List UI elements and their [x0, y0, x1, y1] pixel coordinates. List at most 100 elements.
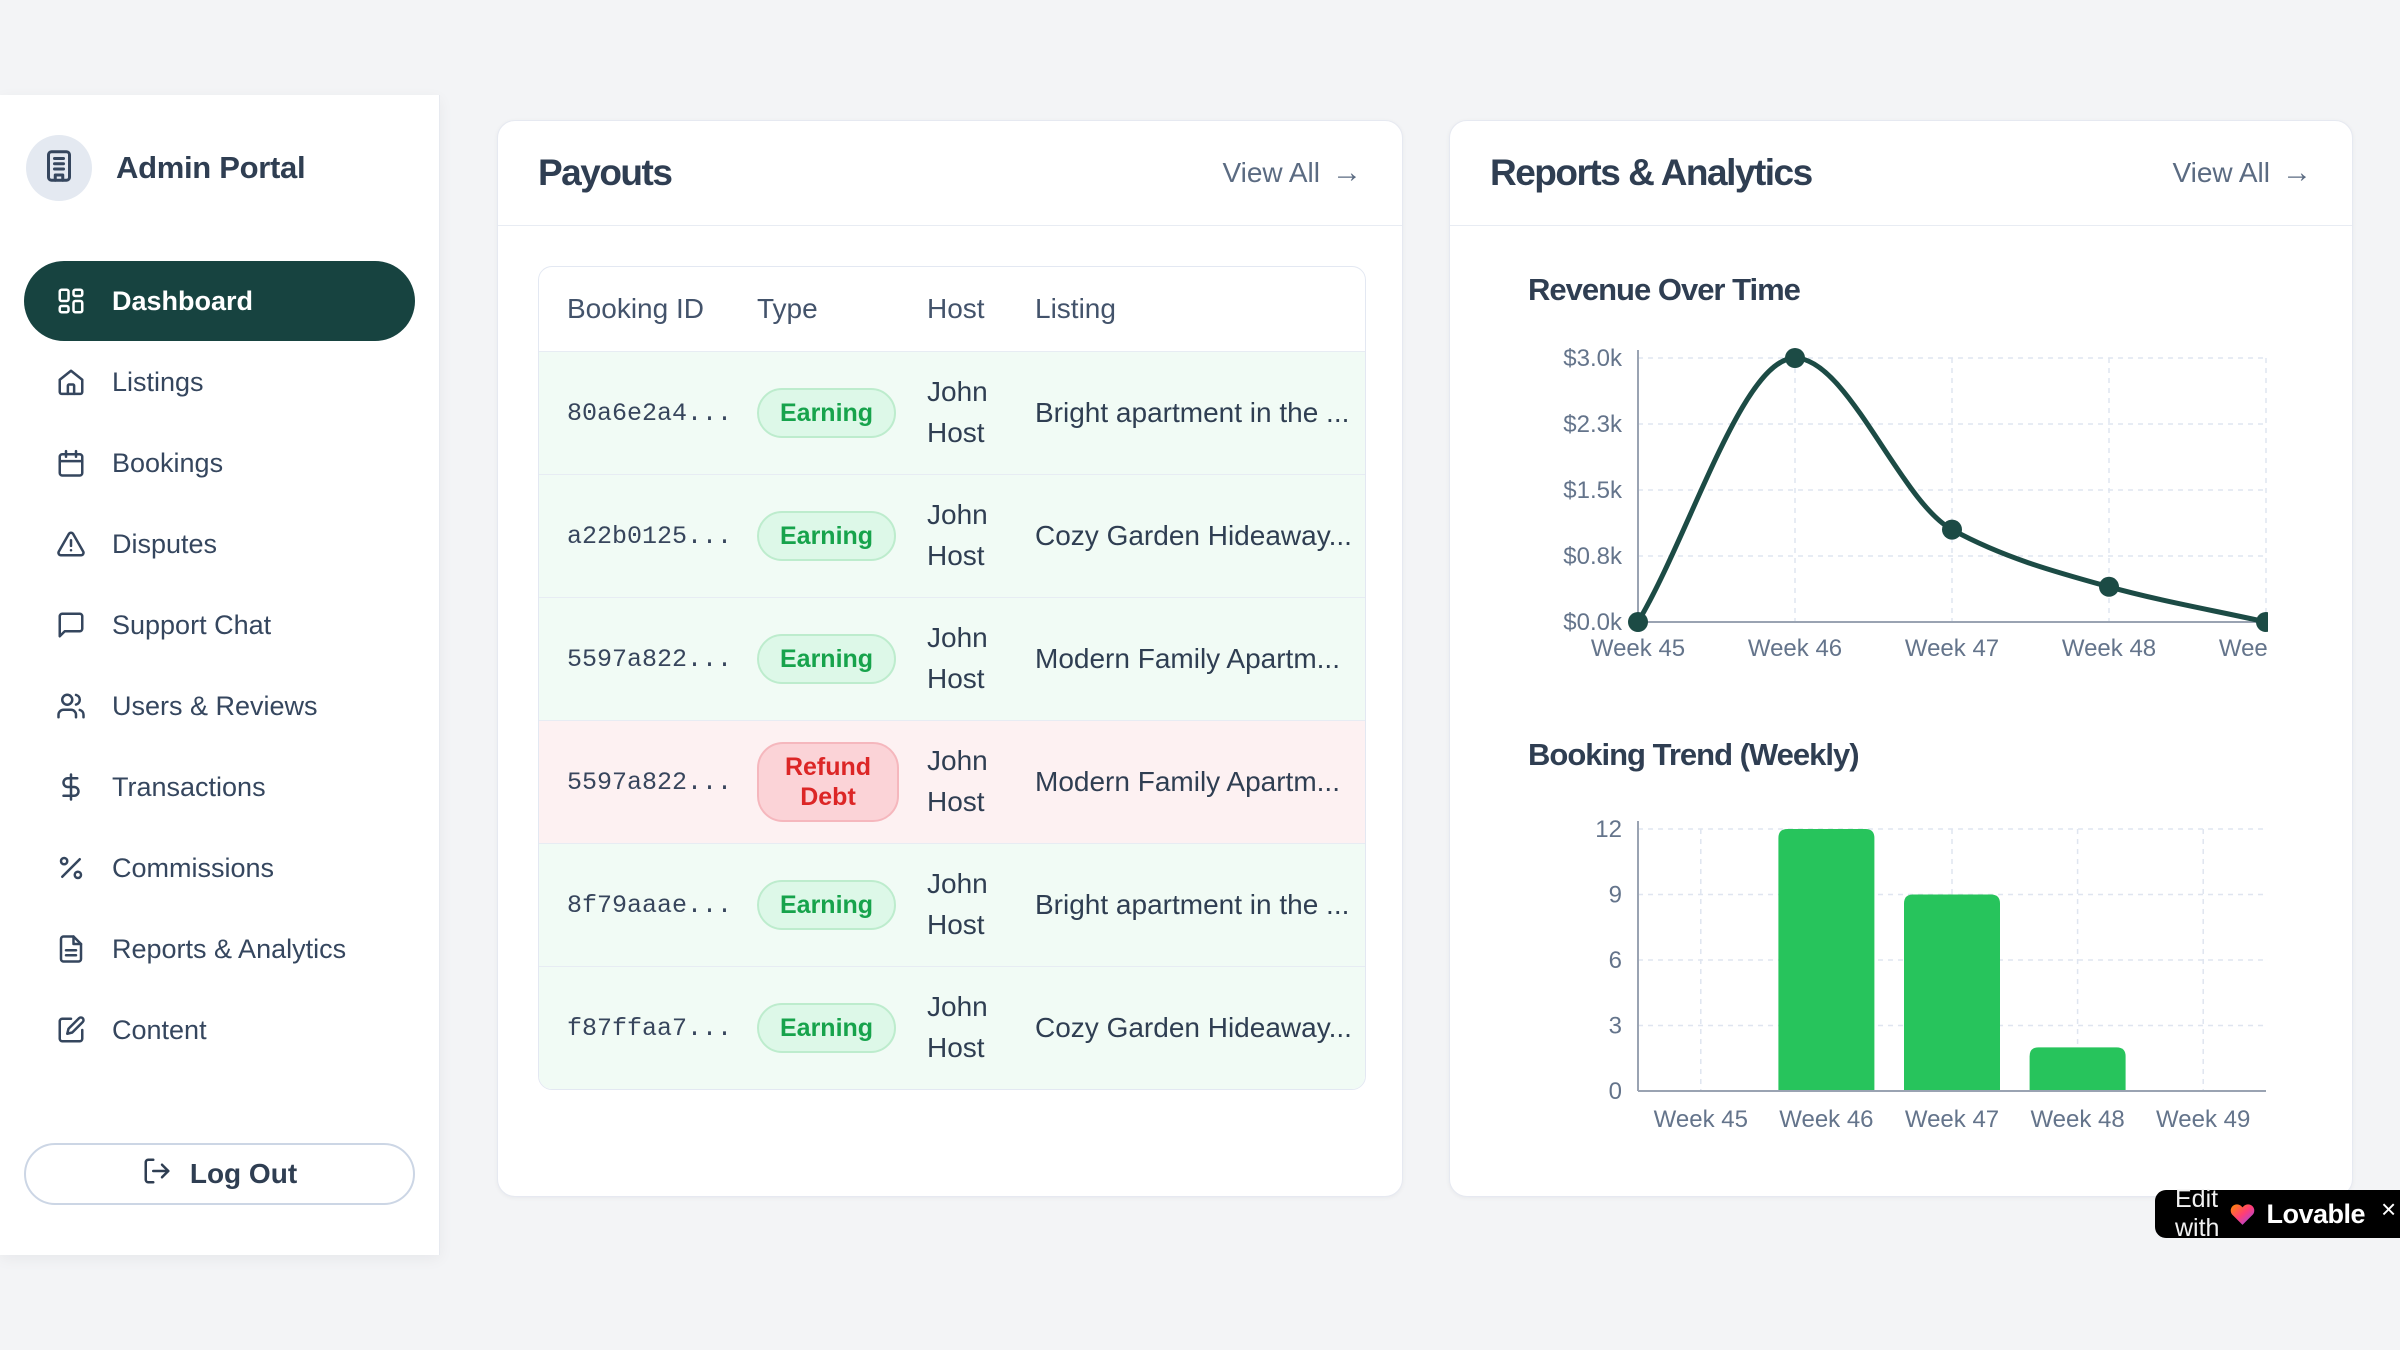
table-row[interactable]: 8f79aaae...Earning John HostBright apartm…: [539, 843, 1365, 966]
payouts-table: Booking IDTypeHostListing80a6e2a4...Earn…: [538, 266, 1366, 1090]
payouts-card: Payouts View All → Booking IDTypeHostLis…: [497, 120, 1403, 1197]
lovable-brand-label: Lovable: [2266, 1199, 2365, 1230]
sidebar-item-label: Users & Reviews: [112, 691, 318, 722]
sidebar-item-dashboard[interactable]: Dashboard: [24, 261, 415, 341]
view-all-label: View All: [2172, 157, 2270, 189]
host-cell: John Host: [927, 618, 1035, 699]
logout-label: Log Out: [190, 1158, 297, 1190]
svg-text:Week 46: Week 46: [1748, 635, 1842, 662]
type-badge: Earning: [757, 880, 896, 930]
host-cell: John Host: [927, 372, 1035, 453]
payouts-title: Payouts: [538, 152, 671, 194]
home-icon: [56, 367, 86, 397]
building-icon: [41, 148, 77, 189]
listing-cell: Cozy Garden Hideaway...: [1035, 1012, 1365, 1044]
sidebar-item-label: Disputes: [112, 529, 217, 560]
sidebar-item-disputes[interactable]: Disputes: [24, 504, 415, 584]
booking-id-cell: 8f79aaae...: [567, 891, 757, 920]
sidebar-item-label: Content: [112, 1015, 207, 1046]
table-row[interactable]: 5597a822...Refund DebtJohn HostModern Fa…: [539, 720, 1365, 843]
column-header: Booking ID: [567, 293, 757, 325]
brand: Admin Portal: [24, 135, 415, 201]
reports-view-all-link[interactable]: View All →: [2172, 157, 2312, 189]
listing-cell: Modern Family Apartm...: [1035, 643, 1365, 675]
sidebar-item-listings[interactable]: Listings: [24, 342, 415, 422]
dollar-icon: [56, 772, 86, 802]
sidebar-item-label: Reports & Analytics: [112, 934, 346, 965]
brand-title: Admin Portal: [116, 150, 305, 186]
svg-text:$2.3k: $2.3k: [1563, 411, 1623, 438]
type-badge: Earning: [757, 1003, 896, 1053]
type-cell: Earning: [757, 634, 927, 684]
type-cell: Refund Debt: [757, 742, 927, 822]
payouts-card-header: Payouts View All →: [498, 121, 1402, 226]
message-icon: [56, 610, 86, 640]
svg-text:Week 48: Week 48: [2062, 635, 2156, 662]
svg-text:Week 45: Week 45: [1654, 1106, 1748, 1133]
table-row[interactable]: 80a6e2a4...Earning John HostBright apartm…: [539, 351, 1365, 474]
sidebar-item-transactions[interactable]: Transactions: [24, 747, 415, 827]
reports-card-header: Reports & Analytics View All →: [1450, 121, 2352, 226]
svg-text:Week 48: Week 48: [2030, 1106, 2124, 1133]
sidebar-item-reports-analytics[interactable]: Reports & Analytics: [24, 909, 415, 989]
column-header: Listing: [1035, 293, 1365, 325]
svg-text:Week 47: Week 47: [1905, 1106, 1999, 1133]
alert-triangle-icon: [56, 529, 86, 559]
host-cell: John Host: [927, 741, 1035, 822]
booking-id-cell: a22b0125...: [567, 522, 757, 551]
sidebar-nav: Dashboard Listings Bookings Disputes Support…: [24, 261, 415, 1070]
host-cell: John Host: [927, 495, 1035, 576]
booking-id-cell: 5597a822...: [567, 645, 757, 674]
svg-text:Week 49: Week 49: [2156, 1106, 2250, 1133]
sidebar-item-content[interactable]: Content: [24, 990, 415, 1070]
view-all-label: View All: [1222, 157, 1320, 189]
sidebar-item-users-reviews[interactable]: Users & Reviews: [24, 666, 415, 746]
reports-card: Reports & Analytics View All → Revenue O…: [1449, 120, 2353, 1197]
booking-id-cell: f87ffaa7...: [567, 1014, 757, 1043]
host-cell: John Host: [927, 864, 1035, 945]
logout-icon: [142, 1156, 172, 1193]
table-row[interactable]: 5597a822...EarningJohn HostModern Family…: [539, 597, 1365, 720]
type-cell: Earning: [757, 1003, 927, 1053]
file-edit-icon: [56, 1015, 86, 1045]
svg-text:Week 49: Week 49: [2219, 635, 2268, 662]
type-cell: Earning: [757, 880, 927, 930]
column-header: Type: [757, 293, 927, 325]
arrow-right-icon: →: [2282, 158, 2312, 188]
svg-text:$0.0k: $0.0k: [1563, 609, 1623, 636]
svg-text:0: 0: [1609, 1078, 1622, 1105]
booking-trend-chart-title: Booking Trend (Weekly): [1528, 737, 2312, 773]
close-icon[interactable]: ×: [2381, 1190, 2396, 1229]
listing-cell: Bright apartment in the ...: [1035, 889, 1365, 921]
listing-cell: Bright apartment in the ...: [1035, 397, 1365, 429]
type-cell: Earning: [757, 388, 927, 438]
sidebar-item-commissions[interactable]: Commissions: [24, 828, 415, 908]
file-text-icon: [56, 934, 86, 964]
booking-id-cell: 5597a822...: [567, 768, 757, 797]
svg-text:$1.5k: $1.5k: [1563, 477, 1623, 504]
sidebar-item-label: Listings: [112, 367, 204, 398]
reports-title: Reports & Analytics: [1490, 152, 1812, 194]
booking-id-cell: 80a6e2a4...: [567, 399, 757, 428]
reports-body: Revenue Over Time $0.0k$0.8k$1.5k$2.3k$3…: [1450, 226, 2352, 1152]
table-row[interactable]: f87ffaa7...EarningJohn HostCozy Garden H…: [539, 966, 1365, 1089]
sidebar-item-label: Dashboard: [112, 286, 253, 317]
sidebar-item-bookings[interactable]: Bookings: [24, 423, 415, 503]
type-cell: Earning: [757, 511, 927, 561]
table-row[interactable]: a22b0125...EarningJohn HostCozy Garden H…: [539, 474, 1365, 597]
type-badge: Earning: [757, 388, 896, 438]
svg-text:Week 45: Week 45: [1591, 635, 1685, 662]
dashboard-icon: [56, 286, 86, 316]
booking-trend-bar-chart: 036912Week 45Week 46Week 47Week 48Week 4…: [1528, 799, 2312, 1152]
sidebar-item-label: Transactions: [112, 772, 266, 803]
revenue-chart-title: Revenue Over Time: [1528, 272, 2312, 308]
lovable-heart-icon: [2229, 1201, 2256, 1228]
sidebar-item-label: Support Chat: [112, 610, 271, 641]
svg-text:$3.0k: $3.0k: [1563, 345, 1623, 372]
sidebar: Admin Portal Dashboard Listings Bookings Di…: [0, 95, 440, 1255]
payouts-view-all-link[interactable]: View All →: [1222, 157, 1362, 189]
logout-button[interactable]: Log Out: [24, 1143, 415, 1205]
edit-with-lovable-badge[interactable]: Edit with Lovable ×: [2155, 1190, 2400, 1238]
sidebar-item-support-chat[interactable]: Support Chat: [24, 585, 415, 665]
svg-text:6: 6: [1609, 947, 1622, 974]
